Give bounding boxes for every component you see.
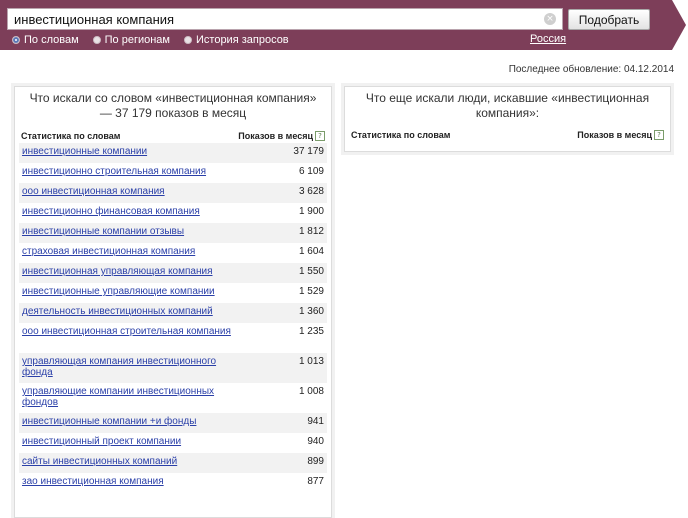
mode-label: История запросов	[196, 34, 289, 46]
topbar-arrow-decoration	[672, 0, 686, 50]
mode-query-history[interactable]: История запросов	[184, 33, 289, 47]
help-icon[interactable]: ?	[654, 130, 664, 140]
table-row: управляющие компании инвестиционных фонд…	[19, 383, 327, 413]
mode-by-regions[interactable]: По регионам	[92, 33, 170, 47]
phrase-link[interactable]: инвестиционный проект компании	[22, 436, 181, 447]
impressions-count: 899	[307, 456, 324, 467]
mode-by-words[interactable]: По словам	[12, 33, 79, 47]
impressions-count: 877	[307, 476, 324, 487]
column-header-phrase: Статистика по словам	[21, 131, 121, 141]
impressions-count: 1 360	[298, 306, 324, 317]
table-row: инвестиционные компании отзывы 1 812	[19, 223, 327, 243]
table-row: инвестиционные управляющие компании 1 529	[19, 283, 327, 303]
table-header: Статистика по словам Показов в месяц ?	[345, 128, 670, 142]
phrase-link[interactable]: зао инвестиционная компания	[22, 476, 164, 487]
also-searched-panel: Что еще искали люди, искавшие «инвестици…	[344, 86, 671, 152]
last-updated: Последнее обновление: 04.12.2014	[508, 64, 674, 75]
phrase-link[interactable]: страховая инвестиционная компания	[22, 246, 195, 257]
impressions-count: 6 109	[298, 166, 324, 177]
mode-label: По словам	[24, 34, 79, 46]
impressions-count: 1 235	[298, 326, 324, 337]
phrase-link[interactable]: ооо инвестиционная компания	[22, 186, 165, 197]
table-row: зао инвестиционная компания 877	[19, 473, 327, 493]
radio-icon[interactable]	[184, 36, 192, 44]
region-link[interactable]: Россия	[530, 33, 566, 45]
impressions-count: 1 900	[298, 206, 324, 217]
impressions-count: 941	[307, 416, 324, 427]
mode-label: По регионам	[104, 34, 170, 46]
radio-selected-icon[interactable]	[12, 36, 20, 44]
word-stats-table: инвестиционные компании 37 179 инвестицион…	[19, 143, 327, 493]
table-row: инвестиционный проект компании 940	[19, 433, 327, 453]
impressions-count: 1 812	[298, 226, 324, 237]
table-row: деятельность инвестиционных компаний 1 36…	[19, 303, 327, 323]
phrase-link[interactable]: инвестиционные управляющие компании	[22, 286, 215, 297]
column-header-phrase: Статистика по словам	[351, 130, 451, 140]
table-row: управляющая компания инвестиционного фон…	[19, 353, 327, 383]
related-words-panel: Что искали со словом «инвестиционная ком…	[14, 86, 332, 518]
impressions-count: 3 628	[298, 186, 324, 197]
panel-title: Что искали со словом «инвестиционная ком…	[29, 91, 317, 120]
search-box[interactable]: ×	[7, 8, 563, 30]
phrase-link[interactable]: инвестиционно финансовая компания	[22, 206, 200, 217]
table-row: сайты инвестиционных компаний 899	[19, 453, 327, 473]
column-header-count-wrap: Показов в месяц ?	[238, 131, 325, 141]
column-header-count-wrap: Показов в месяц ?	[577, 130, 664, 140]
phrase-link[interactable]: управляющая компания инвестиционного фон…	[22, 356, 242, 378]
impressions-count: 1 013	[298, 356, 324, 367]
column-header-count: Показов в месяц	[577, 130, 652, 140]
table-header: Статистика по словам Показов в месяц ?	[15, 129, 331, 143]
phrase-link[interactable]: ооо инвестиционная строительная компания	[22, 326, 231, 337]
table-row: инвестиционная управляющая компания 1 550	[19, 263, 327, 283]
table-row: инвестиционно строительная компания 6 109	[19, 163, 327, 183]
impressions-count: 1 550	[298, 266, 324, 277]
column-header-count: Показов в месяц	[238, 131, 313, 141]
clear-icon[interactable]: ×	[544, 13, 556, 25]
phrase-link[interactable]: сайты инвестиционных компаний	[22, 456, 177, 467]
impressions-count: 37 179	[293, 146, 324, 157]
table-row: ооо инвестиционная строительная компания…	[19, 323, 327, 353]
phrase-link[interactable]: деятельность инвестиционных компаний	[22, 306, 213, 317]
phrase-link[interactable]: управляющие компании инвестиционных фонд…	[22, 386, 242, 408]
table-row: инвестиционные компании 37 179	[19, 143, 327, 163]
phrase-link[interactable]: инвестиционные компании отзывы	[22, 226, 184, 237]
search-input[interactable]	[8, 9, 538, 29]
table-row: инвестиционные компании +и фонды 941	[19, 413, 327, 433]
table-row: страховая инвестиционная компания 1 604	[19, 243, 327, 263]
phrase-link[interactable]: инвестиционные компании	[22, 146, 147, 157]
panel-title: Что еще искали люди, искавшие «инвестици…	[365, 91, 650, 120]
radio-icon[interactable]	[92, 36, 101, 44]
help-icon[interactable]: ?	[315, 131, 325, 141]
search-button[interactable]: Подобрать	[568, 9, 650, 30]
table-row: инвестиционно финансовая компания 1 900	[19, 203, 327, 223]
impressions-count: 1 008	[298, 386, 324, 397]
phrase-link[interactable]: инвестиционные компании +и фонды	[22, 416, 196, 427]
impressions-count: 1 529	[298, 286, 324, 297]
phrase-link[interactable]: инвестиционно строительная компания	[22, 166, 206, 177]
table-row: ооо инвестиционная компания 3 628	[19, 183, 327, 203]
impressions-count: 1 604	[298, 246, 324, 257]
phrase-link[interactable]: инвестиционная управляющая компания	[22, 266, 213, 277]
impressions-count: 940	[307, 436, 324, 447]
search-mode-options: По словам По регионам История запросов	[12, 33, 289, 47]
search-bar: × Подобрать По словам По регионам Истори…	[0, 0, 672, 50]
